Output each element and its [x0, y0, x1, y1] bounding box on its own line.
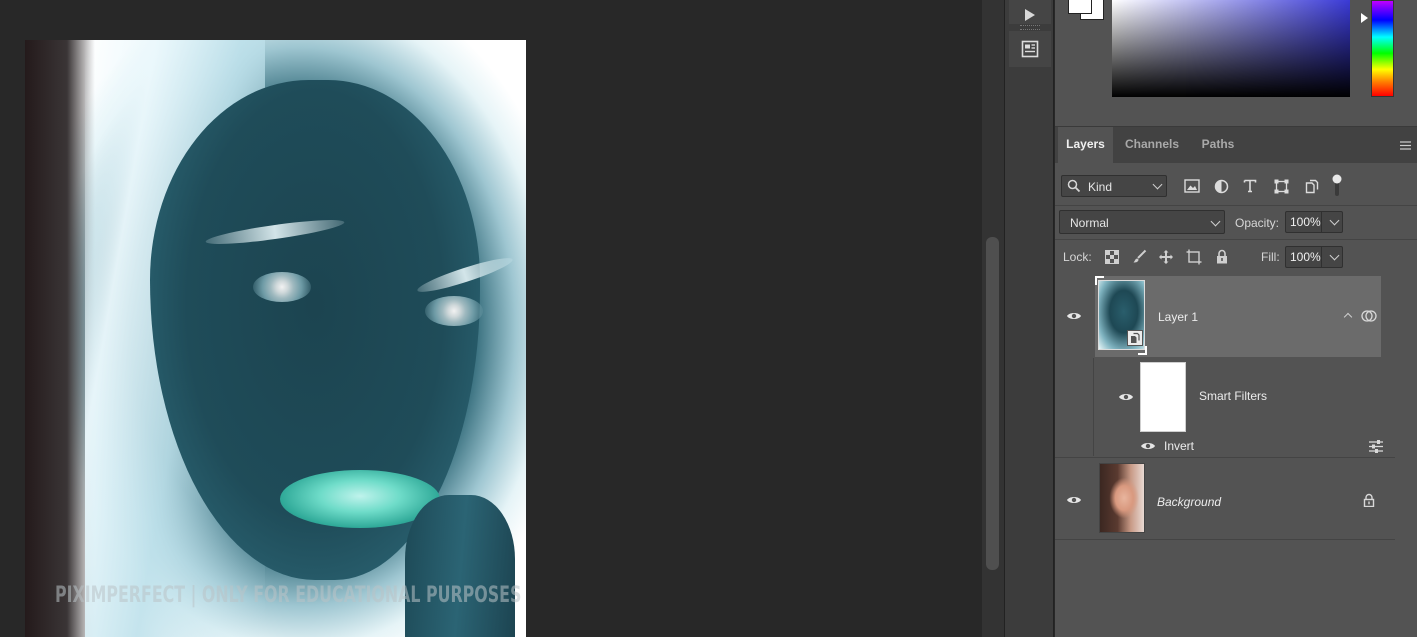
foreground-color-swatch[interactable] — [1068, 0, 1092, 14]
chevron-down-icon — [1152, 179, 1163, 190]
document-canvas-area[interactable]: PIXIMPERFECT | ONLY FOR EDUCATIONAL PURP… — [0, 0, 982, 637]
panel-menu-button[interactable] — [1400, 139, 1411, 153]
layer-visibility-eye-icon[interactable] — [1065, 310, 1083, 322]
image-right-eye — [425, 296, 483, 326]
panel-tab-bar: Layers Channels Paths — [1055, 127, 1417, 163]
panel-grip[interactable] — [1020, 25, 1040, 30]
layer-thumbnail[interactable] — [1099, 463, 1145, 533]
hue-slider[interactable] — [1371, 0, 1394, 97]
thumbnail-selection-corner — [1095, 276, 1104, 285]
chevron-down-icon[interactable] — [1329, 215, 1340, 226]
smart-filter-linked-icon[interactable] — [1361, 309, 1377, 323]
filter-toggle-switch[interactable] — [1332, 174, 1342, 198]
layers-list: Layer 1 Smart Filters Invert Background — [1055, 276, 1417, 637]
blend-mode-dropdown[interactable]: Normal — [1059, 210, 1225, 234]
lock-position-icon[interactable] — [1157, 248, 1174, 265]
divider — [1055, 205, 1417, 206]
layer-name[interactable]: Background — [1157, 495, 1221, 509]
blend-mode-label: Normal — [1070, 216, 1109, 230]
watermark-text: PIXIMPERFECT | ONLY FOR EDUCATIONAL PURP… — [55, 583, 522, 608]
fill-label: Fill: — [1261, 250, 1280, 264]
layer-visibility-eye-icon[interactable] — [1065, 494, 1083, 506]
image-left-eye — [253, 272, 311, 302]
hue-slider-marker[interactable] — [1361, 13, 1368, 23]
fill-value[interactable]: 100% — [1290, 250, 1321, 264]
search-icon — [1067, 179, 1081, 193]
lock-label: Lock: — [1063, 250, 1092, 264]
lock-icon — [1363, 493, 1375, 507]
layer-name[interactable]: Layer 1 — [1158, 310, 1198, 324]
lock-artboard-icon[interactable] — [1185, 248, 1202, 265]
image-filter-icon[interactable] — [1184, 178, 1200, 194]
actions-panel-button[interactable] — [1009, 0, 1051, 24]
tab-paths[interactable]: Paths — [1193, 127, 1243, 163]
adjustment-filter-icon[interactable] — [1213, 178, 1229, 194]
hamburger-menu-icon — [1400, 141, 1411, 150]
smart-filter-mask-thumbnail[interactable] — [1140, 362, 1186, 432]
play-icon — [1025, 9, 1035, 21]
smart-object-filter-icon[interactable] — [1304, 178, 1320, 194]
smart-filters-visibility-eye-icon[interactable] — [1117, 391, 1135, 403]
tab-layers[interactable]: Layers — [1058, 127, 1113, 163]
lock-all-icon[interactable] — [1213, 248, 1230, 265]
image-hand — [405, 495, 515, 637]
smart-filters-label[interactable]: Smart Filters — [1199, 389, 1267, 403]
divider — [1321, 212, 1322, 232]
color-panel — [1055, 0, 1417, 127]
lock-image-pixels-icon[interactable] — [1131, 248, 1148, 265]
properties-panel-button[interactable] — [1009, 31, 1051, 67]
divider — [1321, 247, 1322, 267]
shape-filter-icon[interactable] — [1273, 178, 1289, 194]
right-panel-dock: Layers Channels Paths Kind Normal Opacit… — [1055, 0, 1417, 637]
smart-object-badge-icon — [1127, 330, 1143, 346]
type-filter-icon[interactable] — [1242, 178, 1258, 194]
layer-row-background[interactable]: Background — [1055, 457, 1395, 540]
fill-input[interactable]: 100% — [1285, 246, 1343, 268]
canvas-scrollbar-thumb[interactable] — [986, 237, 999, 570]
opacity-input[interactable]: 100% — [1285, 211, 1343, 233]
color-picker-field[interactable] — [1112, 0, 1350, 97]
document-panel-icon — [1021, 40, 1039, 58]
filter-blending-options-icon[interactable] — [1368, 440, 1384, 453]
tab-channels[interactable]: Channels — [1117, 127, 1187, 163]
chevron-down-icon — [1210, 216, 1221, 227]
layers-panel: Layers Channels Paths Kind Normal Opacit… — [1055, 127, 1417, 637]
thumbnail-selection-corner — [1138, 346, 1147, 355]
filter-kind-label: Kind — [1088, 180, 1113, 194]
document-image[interactable]: PIXIMPERFECT | ONLY FOR EDUCATIONAL PURP… — [25, 40, 526, 637]
opacity-value[interactable]: 100% — [1290, 215, 1321, 229]
divider — [1055, 239, 1417, 240]
invert-filter-visibility-eye-icon[interactable] — [1139, 440, 1157, 452]
layer-row-layer-1[interactable]: Layer 1 — [1095, 276, 1381, 357]
chevron-down-icon[interactable] — [1329, 250, 1340, 261]
filter-kind-dropdown[interactable]: Kind — [1061, 175, 1167, 197]
lock-transparent-pixels-icon[interactable] — [1103, 248, 1120, 265]
smart-filters-row[interactable]: Smart Filters Invert — [1093, 358, 1396, 456]
opacity-label: Opacity: — [1235, 216, 1280, 230]
invert-filter-label[interactable]: Invert — [1164, 439, 1194, 453]
collapsed-panel-strip — [1004, 0, 1054, 637]
